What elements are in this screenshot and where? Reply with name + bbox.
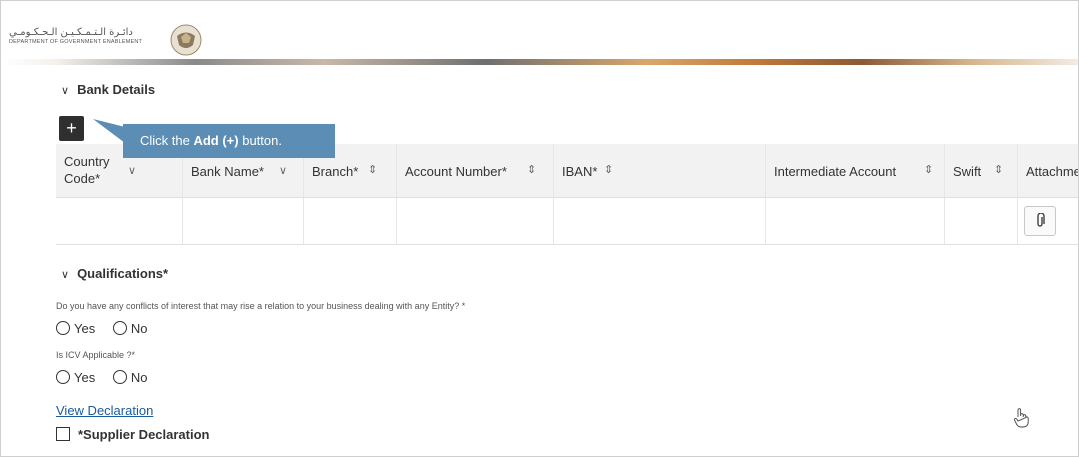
col-swift[interactable]: Swift ⇕ — [945, 144, 1018, 197]
view-declaration-link[interactable]: View Declaration — [56, 403, 153, 418]
no-label: No — [130, 370, 148, 385]
table-row — [56, 198, 1078, 245]
sort-icon[interactable]: ⇕ — [924, 163, 933, 176]
sort-icon[interactable]: ⇕ — [604, 163, 613, 176]
supplier-declaration-row[interactable]: *Supplier Declaration — [56, 427, 209, 442]
radio-circle-icon[interactable] — [56, 370, 70, 384]
app-window: دائـرة الـتـمـكـيـن الـحـكـومـي DEPARTME… — [0, 0, 1079, 457]
paperclip-icon — [1037, 212, 1045, 227]
col-intermediate-account[interactable]: Intermediate Account ⇕ — [766, 144, 945, 197]
qualifications-section-header[interactable]: ∨ Qualifications* — [61, 266, 168, 281]
yes-label: Yes — [74, 370, 96, 385]
logo-arabic-text: دائـرة الـتـمـكـيـن الـحـكـومـي — [9, 27, 133, 38]
callout-prefix: Click the — [140, 133, 194, 148]
col-bank-name-label: Bank Name* — [191, 164, 264, 179]
col-branch-label: Branch* — [312, 164, 359, 179]
bank-details-section-header[interactable]: ∨ Bank Details — [61, 82, 155, 97]
logo-english-text: DEPARTMENT OF GOVERNMENT ENABLEMENT — [9, 39, 143, 45]
radio-circle-icon[interactable] — [112, 370, 127, 384]
cell-branch[interactable] — [304, 198, 397, 244]
sort-icon[interactable]: ⇕ — [994, 163, 1003, 176]
conflict-question: Do you have any conflicts of interest th… — [56, 301, 466, 311]
conflict-no-radio[interactable]: No — [112, 321, 148, 336]
col-account-number-label: Account Number* — [405, 164, 507, 179]
hand-cursor-icon — [1014, 408, 1029, 428]
icv-no-radio[interactable]: No — [112, 370, 148, 385]
radio-circle-icon[interactable] — [112, 321, 127, 335]
col-attachment[interactable]: Attachme — [1018, 144, 1078, 197]
sort-icon[interactable]: ⇕ — [368, 163, 377, 176]
emblem-logo-icon — [170, 24, 202, 56]
col-country-code-label-1: Country — [64, 154, 110, 169]
supplier-declaration-label: *Supplier Declaration — [78, 427, 210, 442]
header-banner-strip — [1, 59, 1078, 65]
icv-question: Is ICV Applicable ?* — [56, 350, 136, 360]
conflict-radio-group: Yes No — [56, 321, 161, 336]
col-swift-label: Swift — [953, 164, 982, 179]
chevron-down-icon: ∨ — [61, 269, 70, 281]
sort-icon[interactable]: ⇕ — [527, 163, 536, 176]
callout-bold: Add (+) — [193, 133, 239, 148]
supplier-declaration-checkbox[interactable] — [56, 427, 70, 441]
chevron-down-icon[interactable]: ∨ — [279, 164, 287, 177]
callout-suffix: button. — [238, 133, 282, 148]
cell-intermediate-account[interactable] — [766, 198, 945, 244]
page-header: دائـرة الـتـمـكـيـن الـحـكـومـي DEPARTME… — [1, 1, 1078, 61]
cell-country-code[interactable] — [56, 198, 183, 244]
yes-label: Yes — [74, 321, 96, 336]
attachment-button[interactable] — [1024, 206, 1056, 236]
callout-pointer — [93, 119, 125, 143]
cell-bank-name[interactable] — [183, 198, 304, 244]
qualifications-title: Qualifications* — [77, 266, 169, 281]
col-iban[interactable]: IBAN* ⇕ — [554, 144, 766, 197]
icv-yes-radio[interactable]: Yes — [56, 370, 95, 385]
col-intermediate-account-label: Intermediate Account — [774, 164, 897, 179]
cell-iban[interactable] — [554, 198, 766, 244]
chevron-down-icon[interactable]: ∨ — [128, 164, 136, 177]
cell-account-number[interactable] — [397, 198, 554, 244]
col-account-number[interactable]: Account Number* ⇕ — [397, 144, 554, 197]
chevron-down-icon: ∨ — [61, 85, 70, 97]
icv-radio-group: Yes No — [56, 370, 161, 385]
add-bank-button[interactable]: + — [59, 116, 84, 141]
cell-swift[interactable] — [945, 198, 1018, 244]
conflict-yes-radio[interactable]: Yes — [56, 321, 95, 336]
col-attachment-label: Attachme — [1026, 164, 1079, 179]
radio-circle-icon[interactable] — [56, 321, 70, 335]
instruction-callout: Click the Add (+) button. — [123, 124, 335, 158]
bank-details-title: Bank Details — [77, 82, 156, 97]
col-country-code-label-2: Code* — [64, 171, 101, 186]
no-label: No — [130, 321, 148, 336]
col-iban-label: IBAN* — [562, 164, 598, 179]
